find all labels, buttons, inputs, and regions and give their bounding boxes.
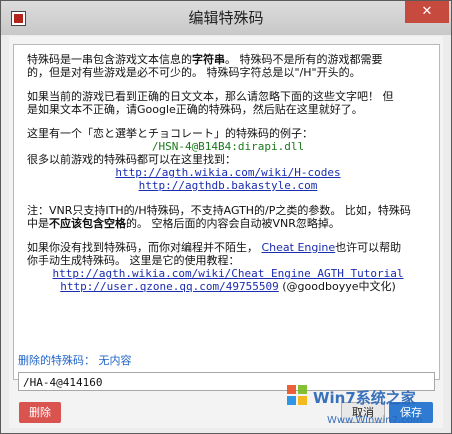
window-title: 编辑特殊码 [188,9,264,27]
text: 是如果文本不正确，请Google正确的特殊码，然后贴在这里就好了。 [27,103,363,116]
paragraph-ignore: 如果当前的游戏已看到正确的日文文本，那么请忽略下面的这些文字吧！ 但 是如果文本… [27,90,429,116]
paragraph-example: 这里有一个「恋と選挙とチョコレート」的特殊码的例子： /HSN-4@B14B4:… [27,127,429,192]
text: 的。 空格后面的内容会自动被VNR忽略掉。 [126,217,340,230]
link-agthdb[interactable]: http://agthdb.bakastyle.com [139,179,318,192]
link-ce-tutorial[interactable]: http://agth.wikia.com/wiki/Cheat Engine … [53,267,404,280]
dialog-body: 特殊码是一串包含游戏文本信息的字符串。 特殊码不是所有的游戏都需要 的，但是对有… [9,36,443,428]
text: 中是 [27,217,49,230]
emphasis: 不应该包含空格 [49,217,126,230]
link-hcodes[interactable]: http://agth.wikia.com/wiki/H-codes [115,166,340,179]
text: 如果你没有找到特殊码，而你对编程并不陌生， [27,241,262,254]
credit-text: (@goodboyye中文化) [278,280,396,293]
hcode-input[interactable]: /HA-4@414160 [18,372,435,391]
text: 。 特殊码不是所有的游戏都需要 [225,53,383,66]
paragraph-intro: 特殊码是一串包含游戏文本信息的字符串。 特殊码不是所有的游戏都需要 的，但是对有… [27,53,429,79]
paragraph-cheat-engine: 如果你没有找到特殊码，而你对编程并不陌生， Cheat Engine也许可以帮助… [27,241,429,293]
text: 的，但是对有些游戏是必不可少的。 特殊码字符总是以"/H"开头的。 [27,66,361,79]
text: 注：VNR只支持ITH的/H特殊码，不支持AGTH的/P之类的参数。 比如，特殊… [27,204,411,217]
deleted-hcode-label: 删除的特殊码： [18,354,95,367]
text: 很多以前游戏的特殊码都可以在这里找到： [27,153,236,166]
deleted-hcode-row: 删除的特殊码： 无内容 [18,352,132,368]
link-cheat-engine[interactable]: Cheat Engine [262,241,336,254]
edit-hcode-dialog: 编辑特殊码 ✕ 特殊码是一串包含游戏文本信息的字符串。 特殊码不是所有的游戏都需… [0,0,452,434]
close-button[interactable]: ✕ [405,1,449,23]
example-code: /HSN-4@B14B4:dirapi.dll [151,140,305,153]
text: 特殊码是一串包含游戏文本信息的 [27,53,192,66]
deleted-hcode-value: 无内容 [98,354,132,367]
delete-button[interactable]: 删除 [19,402,61,423]
save-button[interactable]: 保存 [389,402,433,423]
help-text-panel: 特殊码是一串包含游戏文本信息的字符串。 特殊码不是所有的游戏都需要 的，但是对有… [13,44,440,380]
text: 你手动生成特殊码。 这里是它的使用教程： [27,254,240,267]
help-text: 特殊码是一串包含游戏文本信息的字符串。 特殊码不是所有的游戏都需要 的，但是对有… [27,53,429,304]
paragraph-note: 注：VNR只支持ITH的/H特殊码，不支持AGTH的/P之类的参数。 比如，特殊… [27,204,429,230]
cancel-button[interactable]: 取消 [341,402,385,423]
emphasis: 字符串 [192,53,225,66]
title-bar[interactable]: 编辑特殊码 ✕ [1,1,451,35]
link-qzone[interactable]: http://user.qzone.qq.com/49755509 [60,280,279,293]
text: 这里有一个「恋と選挙とチョコレート」的特殊码的例子： [27,127,313,140]
text: 如果当前的游戏已看到正确的日文文本，那么请忽略下面的这些文字吧！ 但 [27,90,394,103]
text: 也许可以帮助 [335,241,402,254]
